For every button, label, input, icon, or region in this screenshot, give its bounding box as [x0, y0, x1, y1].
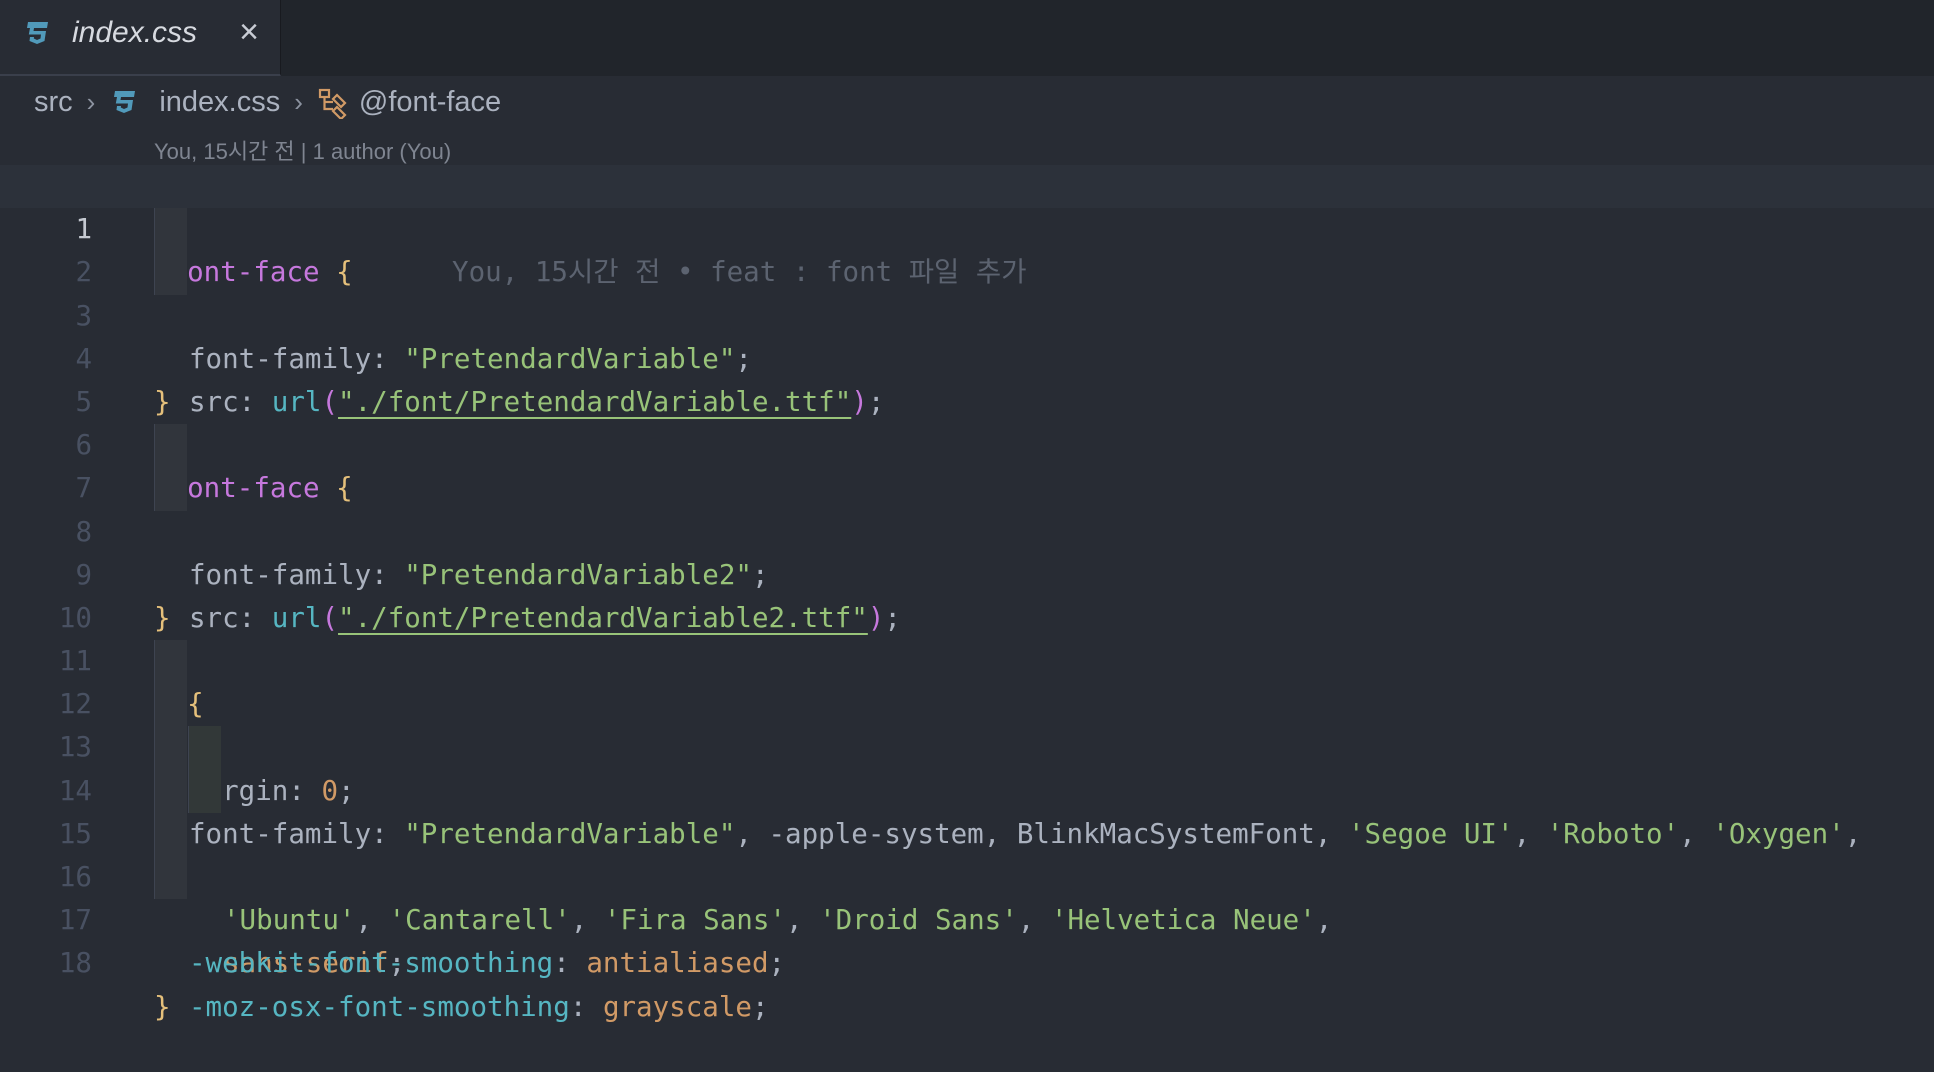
indent-guide: [154, 683, 187, 727]
code-line: 1 @font-face { You, 15시간 전 • feat : font…: [0, 165, 1934, 288]
symbol-namespace-icon: [318, 88, 347, 119]
breadcrumb-folder[interactable]: src: [34, 86, 73, 119]
token: -moz-osx-font-smoothing: [189, 990, 570, 1023]
close-icon[interactable]: ×: [234, 15, 264, 49]
code-line: 19: [0, 942, 1934, 962]
code-line: 14 'Ubuntu', 'Cantarell', 'Fira Sans', '…: [0, 726, 1934, 936]
tab-index-css[interactable]: index.css ×: [0, 0, 281, 76]
indent-guide: [154, 640, 187, 684]
indent-guide: [154, 769, 187, 813]
indent-guide: [154, 726, 187, 770]
code-line: 3 src: url("./font/PretendardVariable.tt…: [0, 251, 1934, 418]
chevron-right-icon: ›: [294, 86, 303, 117]
breadcrumb-symbol[interactable]: @font-face: [359, 86, 501, 119]
breadcrumb: src › index.css › @font-face: [34, 80, 501, 124]
code-line: 2 font-family: "PretendardVariable";: [0, 208, 1934, 375]
indent-guide: [154, 251, 187, 295]
code-line: 15 sans-serif;: [0, 769, 1934, 979]
code-line: 10: [0, 554, 1934, 634]
indent-guide: [154, 467, 187, 511]
code-line: 13 font-family: "PretendardVariable", -a…: [0, 683, 1934, 850]
code-line: 16 -webkit-font-smoothing: antialiased;: [0, 812, 1934, 979]
code-line: 9 }: [0, 511, 1934, 634]
indent-guide: [154, 424, 187, 468]
indent-guide: [154, 856, 187, 900]
indent-guide: [188, 769, 221, 813]
code-line: 5: [0, 338, 1934, 418]
code-line: 12 margin: 0;: [0, 640, 1934, 807]
chevron-right-icon: ›: [86, 86, 96, 117]
token: grayscale: [602, 990, 752, 1023]
indent-guide: [154, 208, 187, 252]
indent-guide: [154, 812, 187, 856]
token: :: [569, 990, 603, 1023]
code-line: 6 @font-face {: [0, 381, 1934, 504]
code-line: 4 }: [0, 295, 1934, 418]
code-line: 8 src: url("./font/PretendardVariable2.t…: [0, 467, 1934, 634]
token: }: [154, 990, 171, 1023]
codelens-blame[interactable]: You, 15시간 전 | 1 author (You): [154, 134, 451, 166]
token: ;: [751, 990, 769, 1023]
breadcrumb-file[interactable]: index.css: [159, 86, 280, 119]
css3-icon: [114, 91, 136, 113]
css3-icon: [27, 22, 48, 44]
code-line: 11 * {: [0, 597, 1934, 720]
code-line: 18 }: [0, 899, 1934, 1022]
code-line: 7 font-family: "PretendardVariable2";: [0, 424, 1934, 591]
tab-label: index.css: [72, 16, 198, 49]
code-editor[interactable]: 1 @font-face { You, 15시간 전 • feat : font…: [0, 165, 1934, 1023]
tab-bar: index.css ×: [0, 0, 1934, 76]
code-line: 17 -moz-osx-font-smoothing: grayscale;: [0, 856, 1934, 1023]
indent-guide: [188, 726, 221, 770]
